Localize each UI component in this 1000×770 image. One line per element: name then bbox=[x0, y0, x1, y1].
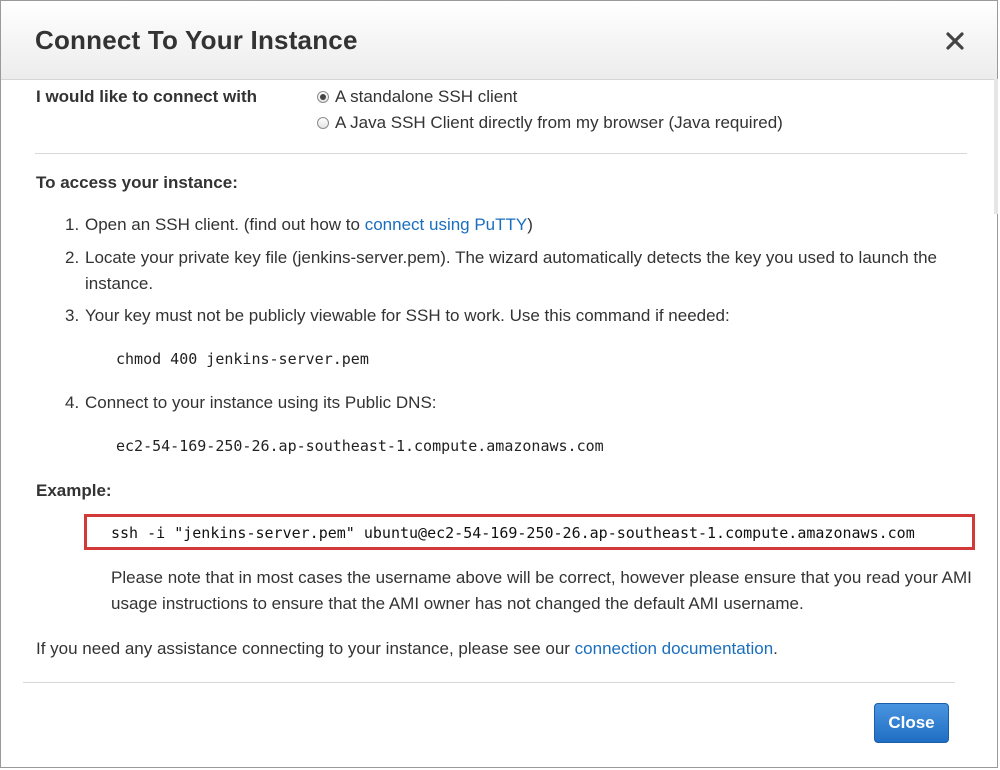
footer-divider bbox=[23, 682, 955, 683]
step-4-text: Connect to your instance using its Publi… bbox=[85, 393, 437, 412]
radio-standalone-ssh-label: A standalone SSH client bbox=[335, 87, 518, 106]
step-2: 2. Locate your private key file (jenkins… bbox=[65, 245, 970, 297]
close-button[interactable]: Close bbox=[874, 703, 949, 743]
radio-checked-icon[interactable] bbox=[317, 91, 329, 103]
step-3-text: Your key must not be publicly viewable f… bbox=[85, 306, 730, 325]
public-dns: ec2-54-169-250-26.ap-southeast-1.compute… bbox=[116, 437, 604, 455]
radio-standalone-ssh[interactable]: A standalone SSH client bbox=[317, 87, 517, 107]
step-2-text: Locate your private key file (jenkins-se… bbox=[85, 248, 938, 293]
access-heading: To access your instance: bbox=[36, 173, 238, 192]
step-1: 1. Open an SSH client. (find out how to … bbox=[65, 212, 970, 238]
putty-link[interactable]: connect using PuTTY bbox=[365, 215, 528, 234]
step-1-text: Open an SSH client. (find out how to bbox=[85, 215, 365, 234]
connection-documentation-link[interactable]: connection documentation bbox=[575, 639, 773, 658]
close-icon[interactable] bbox=[943, 29, 967, 53]
example-heading: Example: bbox=[36, 481, 112, 500]
assistance-suffix: . bbox=[773, 639, 778, 658]
radio-java-ssh-label: A Java SSH Client directly from my brows… bbox=[335, 113, 783, 132]
chmod-command: chmod 400 jenkins-server.pem bbox=[116, 350, 369, 368]
username-note: Please note that in most cases the usern… bbox=[111, 568, 972, 613]
step-number: 1. bbox=[65, 215, 80, 234]
step-number: 2. bbox=[65, 248, 80, 267]
step-number: 3. bbox=[65, 306, 80, 325]
step-1-text-end: ) bbox=[527, 215, 533, 234]
step-number: 4. bbox=[65, 393, 80, 412]
assistance-text: If you need any assistance connecting to… bbox=[36, 639, 778, 659]
step-4: 4. Connect to your instance using its Pu… bbox=[65, 390, 970, 416]
dialog-title: Connect To Your Instance bbox=[35, 25, 358, 55]
connect-with-label: I would like to connect with bbox=[36, 87, 258, 106]
scrollbar[interactable] bbox=[994, 79, 998, 214]
dialog-header: Connect To Your Instance bbox=[1, 1, 997, 80]
assistance-prefix: If you need any assistance connecting to… bbox=[36, 639, 575, 658]
example-ssh-command: ssh -i "jenkins-server.pem" ubuntu@ec2-5… bbox=[111, 524, 915, 542]
radio-unchecked-icon[interactable] bbox=[317, 117, 329, 129]
step-3: 3. Your key must not be publicly viewabl… bbox=[65, 303, 970, 329]
section-divider bbox=[35, 153, 967, 154]
connect-dialog: Connect To Your Instance I would like to… bbox=[0, 0, 998, 768]
example-command-box: ssh -i "jenkins-server.pem" ubuntu@ec2-5… bbox=[84, 514, 975, 550]
radio-java-ssh[interactable]: A Java SSH Client directly from my brows… bbox=[317, 113, 783, 133]
